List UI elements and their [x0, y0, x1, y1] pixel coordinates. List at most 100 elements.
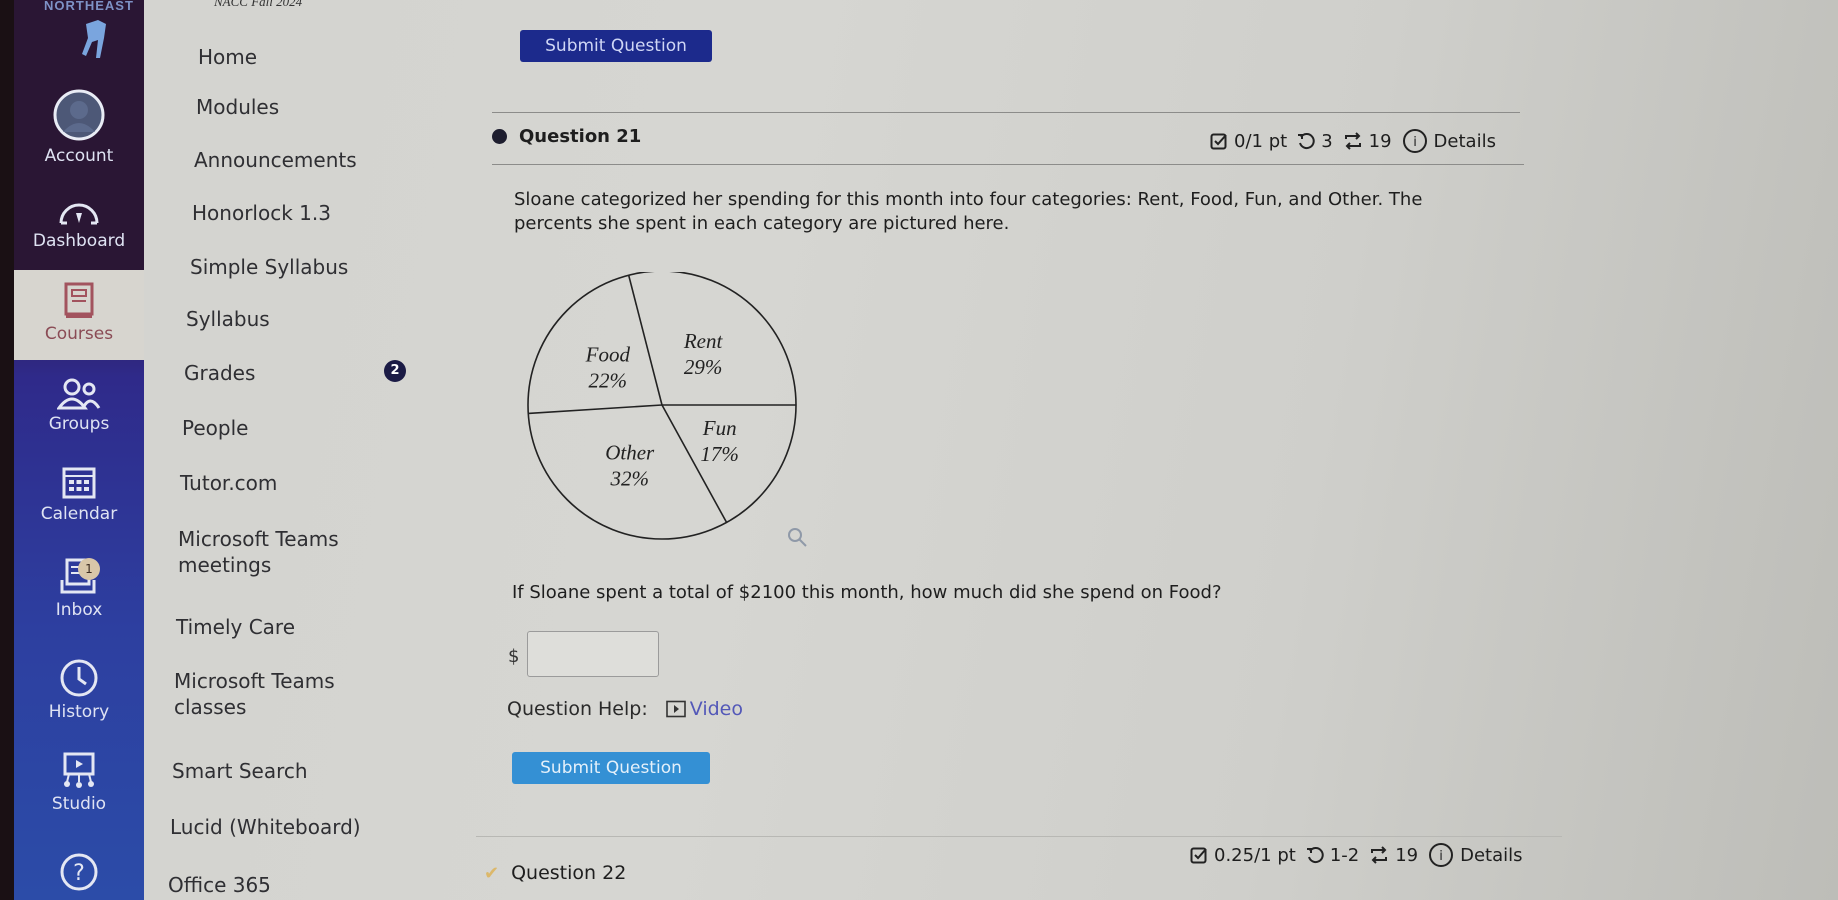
- svg-text:?: ?: [73, 861, 85, 886]
- question-21-versions: 19: [1368, 130, 1392, 152]
- course-nav-grades[interactable]: Grades: [184, 360, 255, 386]
- grades-badge: 2: [384, 360, 406, 382]
- pie-boundary-rent: [627, 275, 663, 406]
- video-play-icon[interactable]: [665, 700, 686, 718]
- course-nav-lucid[interactable]: Lucid (Whiteboard): [170, 814, 361, 840]
- people-icon: [57, 378, 101, 410]
- pie-value-food: 22%: [589, 369, 628, 393]
- nav-courses-label: Courses: [44, 324, 114, 344]
- nav-studio[interactable]: Studio: [14, 752, 144, 814]
- versions-swap-icon: [1343, 132, 1363, 150]
- question-divider-top: [492, 112, 1520, 113]
- pie-label-fun: Fun: [702, 416, 737, 440]
- nav-history[interactable]: History: [14, 658, 144, 722]
- question-22-meta: 0.25/1 pt 1-2 19 i Details: [1190, 842, 1523, 868]
- studio-icon: [63, 752, 95, 788]
- nav-calendar[interactable]: Calendar: [14, 464, 144, 524]
- book-icon: [64, 282, 94, 318]
- question-21-prompt: If Sloane spent a total of $2100 this mo…: [512, 582, 1222, 603]
- pie-label-other: Other: [605, 441, 655, 465]
- global-nav: NORTHEAST Account Dashboard Courses Grou…: [14, 0, 144, 900]
- course-nav-teams-meetings[interactable]: Microsoft Teams meetings: [178, 526, 339, 578]
- question-21-attempts: 3: [1321, 130, 1333, 152]
- course-nav-teams-classes[interactable]: Microsoft Teams classes: [174, 668, 335, 720]
- versions-swap-icon: [1369, 846, 1389, 864]
- info-icon[interactable]: i: [1402, 128, 1428, 154]
- question-21-meta: 0/1 pt 3 19 i Details: [1210, 128, 1496, 154]
- question-21-details-link[interactable]: Details: [1434, 131, 1496, 152]
- help-icon: ?: [60, 853, 98, 891]
- logo-icon[interactable]: [76, 18, 116, 64]
- question-22-divider: [476, 836, 1562, 837]
- course-nav-teams-meetings-line1: Microsoft Teams: [178, 527, 339, 551]
- video-link[interactable]: Video: [690, 698, 743, 720]
- question-22-header: ✔ Question 22: [484, 862, 626, 884]
- answer-prefix: $: [508, 646, 520, 667]
- course-nav-simple-syllabus[interactable]: Simple Syllabus: [190, 254, 348, 280]
- nav-dashboard[interactable]: Dashboard: [14, 195, 144, 251]
- attempts-retry-icon: [1297, 132, 1315, 150]
- course-nav-home[interactable]: Home: [198, 44, 257, 70]
- pie-boundary-food: [528, 404, 663, 415]
- clock-icon: [60, 659, 98, 697]
- nav-dashboard-label: Dashboard: [32, 231, 126, 251]
- course-nav-tutor[interactable]: Tutor.com: [180, 470, 277, 496]
- course-nav-teams-meetings-line2: meetings: [178, 553, 272, 577]
- score-check-icon: [1210, 132, 1228, 150]
- course-nav-honorlock[interactable]: Honorlock 1.3: [192, 200, 331, 226]
- course-nav-modules[interactable]: Modules: [196, 94, 279, 120]
- question-21-title: Question 21: [519, 126, 642, 147]
- info-icon[interactable]: i: [1428, 842, 1454, 868]
- nav-studio-label: Studio: [51, 794, 107, 814]
- question-help: Question Help: Video: [507, 698, 743, 720]
- pie-chart-svg: Rent29% Fun17% Other32% Food22%: [527, 270, 797, 540]
- pie-label-rent: Rent: [683, 329, 724, 353]
- magnify-icon[interactable]: [786, 526, 810, 550]
- question-22-title: Question 22: [511, 862, 627, 884]
- course-nav-timely-care[interactable]: Timely Care: [176, 614, 295, 640]
- nav-groups-label: Groups: [48, 414, 110, 434]
- partial-check-icon: ✔: [484, 862, 500, 884]
- calendar-icon: [62, 467, 96, 499]
- nav-groups[interactable]: Groups: [14, 378, 144, 434]
- question-22-details-link[interactable]: Details: [1460, 845, 1522, 866]
- nav-inbox-label: Inbox: [55, 600, 103, 620]
- pie-value-fun: 17%: [700, 442, 739, 466]
- course-nav: NACC Fall 2024 Home Modules Announcement…: [144, 0, 484, 900]
- unanswered-bullet-icon: [492, 129, 507, 144]
- question-22-attempts: 1-2: [1329, 844, 1360, 866]
- nav-courses[interactable]: Courses: [14, 270, 144, 360]
- question-divider-bottom: [492, 164, 1524, 165]
- nav-account[interactable]: Account: [14, 88, 144, 166]
- nav-account-label: Account: [44, 146, 114, 166]
- answer-input[interactable]: [527, 631, 659, 677]
- submit-question-button[interactable]: Submit Question: [512, 752, 710, 784]
- submit-question-button-top[interactable]: Submit Question: [520, 30, 712, 62]
- dashboard-gauge-icon: [59, 203, 99, 225]
- question-help-label: Question Help:: [507, 698, 648, 720]
- nav-calendar-label: Calendar: [40, 504, 118, 524]
- question-22-score: 0.25/1 pt: [1214, 844, 1296, 866]
- question-21-score: 0/1 pt: [1234, 130, 1288, 152]
- nav-history-label: History: [48, 702, 110, 722]
- avatar-icon: [53, 89, 105, 141]
- svg-text:i: i: [1413, 135, 1417, 150]
- course-nav-teams-classes-line1: Microsoft Teams: [174, 669, 335, 693]
- pie-value-rent: 29%: [684, 355, 723, 379]
- inbox-badge: 1: [78, 558, 100, 580]
- course-nav-smart-search[interactable]: Smart Search: [172, 758, 308, 784]
- term-label: NACC Fall 2024: [214, 0, 303, 9]
- nav-help[interactable]: ?: [14, 852, 144, 896]
- course-nav-announcements[interactable]: Announcements: [194, 147, 357, 173]
- pie-chart: Rent 29% Fun 17% Other 32% Food 22%: [522, 270, 802, 542]
- question-21-header: Question 21: [492, 126, 641, 147]
- score-check-icon: [1190, 846, 1208, 864]
- course-nav-people[interactable]: People: [182, 415, 248, 441]
- svg-text:i: i: [1439, 849, 1443, 864]
- course-nav-office365[interactable]: Office 365: [168, 872, 271, 898]
- pie-label-food: Food: [585, 343, 631, 367]
- question-22-versions: 19: [1395, 844, 1419, 866]
- course-nav-syllabus[interactable]: Syllabus: [186, 306, 270, 332]
- question-21-text: Sloane categorized her spending for this…: [514, 189, 1423, 234]
- pie-value-other: 32%: [609, 467, 649, 491]
